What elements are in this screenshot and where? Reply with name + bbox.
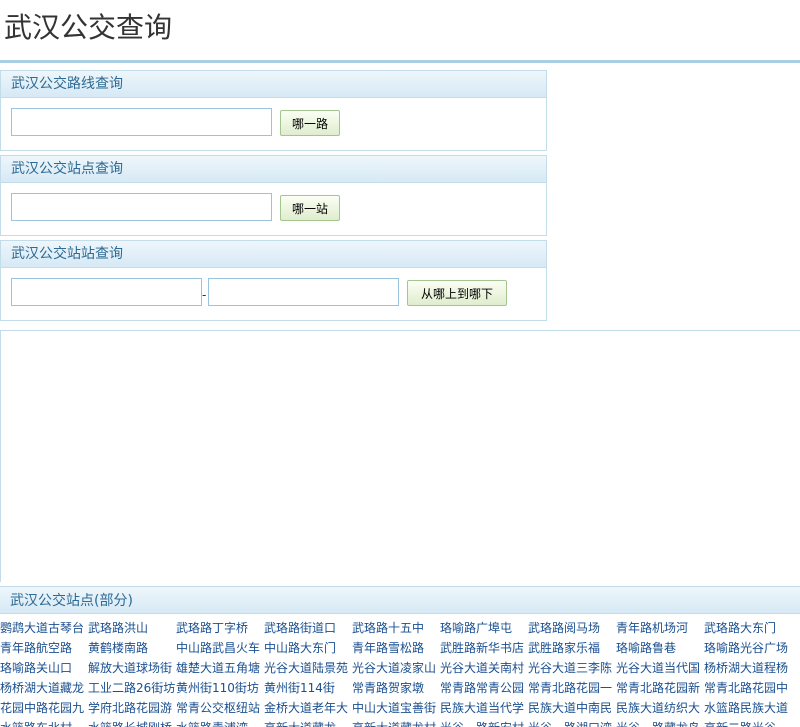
to-stop-input[interactable] <box>208 278 399 306</box>
stop-link[interactable]: 光谷大道凌家山 <box>352 658 440 678</box>
stops-title: 武汉公交站点(部分) <box>0 586 800 614</box>
transfer-query-body: - 从哪上到哪下 <box>1 268 546 320</box>
stop-link[interactable]: 光谷大道关南村 <box>440 658 528 678</box>
stop-link[interactable]: 常青路贺家墩 <box>352 678 440 698</box>
stop-link[interactable]: 珞喻路广埠屯 <box>440 618 528 638</box>
stop-link[interactable]: 光谷一路新安村 <box>440 718 528 727</box>
stop-link[interactable]: 青年路航空路 <box>0 638 88 658</box>
stop-link[interactable]: 珞喻路鲁巷 <box>616 638 704 658</box>
stop-link[interactable]: 珞喻路关山口 <box>0 658 88 678</box>
stop-link[interactable]: 光谷大道陆景苑 <box>264 658 352 678</box>
stop-link[interactable]: 黄鹤楼南路 <box>88 638 176 658</box>
stop-link[interactable]: 杨桥湖大道程杨 <box>704 658 792 678</box>
stop-link[interactable]: 青年路机场河 <box>616 618 704 638</box>
stop-link[interactable]: 学府北路花园游 <box>88 698 176 718</box>
transfer-query-title: 武汉公交站站查询 <box>1 241 546 268</box>
stop-link[interactable]: 光谷一路藏龙岛 <box>616 718 704 727</box>
from-stop-input[interactable] <box>11 278 202 306</box>
stop-link[interactable]: 光谷一路湖口湾 <box>528 718 616 727</box>
stop-link[interactable]: 民族大道中南民 <box>528 698 616 718</box>
stop-link[interactable]: 水篮路民族大道 <box>704 698 792 718</box>
input-separator: - <box>202 288 207 302</box>
stop-link[interactable]: 武珞路丁字桥 <box>176 618 264 638</box>
stop-link[interactable]: 高新二路光谷 <box>704 718 792 727</box>
page-title: 武汉公交查询 <box>4 11 173 44</box>
stop-link[interactable]: 花园中路花园九 <box>0 698 88 718</box>
stop-link[interactable]: 武珞路街道口 <box>264 618 352 638</box>
route-query-panel: 武汉公交路线查询 哪一路 <box>0 70 547 151</box>
stop-link[interactable]: 高新大道藏龙村 <box>352 718 440 727</box>
route-query-title: 武汉公交路线查询 <box>1 71 546 98</box>
stop-link[interactable]: 常青北路花园新 <box>616 678 704 698</box>
stop-link[interactable]: 武珞路十五中 <box>352 618 440 638</box>
route-search-button[interactable]: 哪一路 <box>280 110 340 136</box>
stop-link[interactable]: 中山大道宝善街 <box>352 698 440 718</box>
stop-link[interactable]: 水篮路东北村 <box>0 718 88 727</box>
route-query-body: 哪一路 <box>1 98 546 150</box>
stop-link[interactable]: 黄州街110街坊 <box>176 678 264 698</box>
stop-link[interactable]: 中山路大东门 <box>264 638 352 658</box>
stop-input[interactable] <box>11 193 272 221</box>
stop-link[interactable]: 水篮路长城刚桥 <box>88 718 176 727</box>
stop-link[interactable]: 中山路武昌火车 <box>176 638 264 658</box>
stop-query-body: 哪一站 <box>1 183 546 235</box>
results-area <box>0 330 800 582</box>
stop-link[interactable]: 民族大道当代学 <box>440 698 528 718</box>
stop-link[interactable]: 常青北路花园中 <box>704 678 792 698</box>
header-divider <box>0 60 800 63</box>
stop-link[interactable]: 工业二路26街坊 <box>88 678 176 698</box>
stop-search-button[interactable]: 哪一站 <box>280 195 340 221</box>
transfer-query-panel: 武汉公交站站查询 - 从哪上到哪下 <box>0 240 547 321</box>
stop-link[interactable]: 常青公交枢纽站 <box>176 698 264 718</box>
stop-link[interactable]: 珞喻路光谷广场 <box>704 638 792 658</box>
stop-link[interactable]: 常青北路花园一 <box>528 678 616 698</box>
stop-link[interactable]: 光谷大道三李陈 <box>528 658 616 678</box>
stop-query-title: 武汉公交站点查询 <box>1 156 546 183</box>
stop-link[interactable]: 武胜路家乐福 <box>528 638 616 658</box>
stop-link[interactable]: 解放大道球场街 <box>88 658 176 678</box>
transfer-search-button[interactable]: 从哪上到哪下 <box>407 280 507 306</box>
stop-link[interactable]: 高新大道藏龙 <box>264 718 352 727</box>
stop-link[interactable]: 青年路雪松路 <box>352 638 440 658</box>
stop-query-panel: 武汉公交站点查询 哪一站 <box>0 155 547 236</box>
stop-link[interactable]: 鹦鹉大道古琴台 <box>0 618 88 638</box>
stop-link[interactable]: 水篮路青浦湾 <box>176 718 264 727</box>
stop-link[interactable]: 金桥大道老年大 <box>264 698 352 718</box>
stop-link[interactable]: 民族大道纺织大 <box>616 698 704 718</box>
stop-link[interactable]: 武珞路大东门 <box>704 618 792 638</box>
stop-link[interactable]: 武珞路洪山 <box>88 618 176 638</box>
stop-link[interactable]: 武珞路阅马场 <box>528 618 616 638</box>
route-input[interactable] <box>11 108 272 136</box>
stop-link[interactable]: 光谷大道当代国 <box>616 658 704 678</box>
stop-link[interactable]: 武胜路新华书店 <box>440 638 528 658</box>
stop-link[interactable]: 杨桥湖大道藏龙 <box>0 678 88 698</box>
stop-link[interactable]: 黄州街114街 <box>264 678 352 698</box>
stops-panel: 武汉公交站点(部分) 鹦鹉大道古琴台 武珞路洪山 武珞路丁字桥 武珞路街道口 武珞路十五… <box>0 586 800 727</box>
stop-link[interactable]: 常青路常青公园 <box>440 678 528 698</box>
stop-link[interactable]: 雄楚大道五角塘 <box>176 658 264 678</box>
